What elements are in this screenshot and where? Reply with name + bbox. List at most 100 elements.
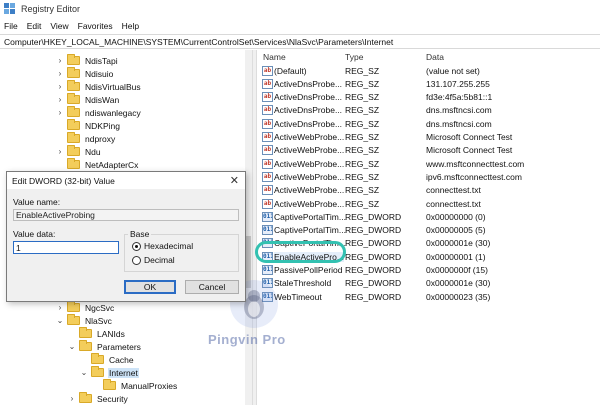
value-row[interactable]: ab ActiveWebProbe... REG_SZ Microsoft Conne… bbox=[257, 131, 600, 144]
tree-item[interactable]: › ndiswanlegacy bbox=[56, 106, 142, 119]
column-header-type[interactable]: Type bbox=[345, 52, 363, 64]
value-name: ActiveDnsProbe... bbox=[274, 92, 343, 103]
chevron-empty bbox=[92, 379, 100, 392]
value-row[interactable]: 011 PassivePollPeriod REG_DWORD 0x0000000f … bbox=[257, 264, 600, 277]
tree-item[interactable]: Cache bbox=[80, 353, 135, 366]
value-row[interactable]: 011 StaleThreshold REG_DWORD 0x0000001e (30… bbox=[257, 277, 600, 290]
tree-item-label: Cache bbox=[109, 354, 134, 365]
value-row[interactable]: 011 WebTimeout REG_DWORD 0x00000023 (35) bbox=[257, 290, 600, 303]
chevron-right-icon[interactable]: › bbox=[56, 54, 64, 67]
close-icon[interactable]: ✕ bbox=[230, 174, 239, 187]
tree-item[interactable]: › NdisVirtualBus bbox=[56, 80, 142, 93]
value-row[interactable]: ab ActiveDnsProbe... REG_SZ fd3e:4f5a:5b81:… bbox=[257, 91, 600, 104]
chevron-right-icon[interactable]: › bbox=[56, 145, 64, 158]
value-type: REG_SZ bbox=[345, 78, 380, 89]
chevron-right-icon[interactable]: › bbox=[56, 301, 64, 314]
tree-item[interactable]: › NgcSvc bbox=[56, 301, 115, 314]
tree-item-label: NDKPing bbox=[85, 120, 120, 131]
value-row[interactable]: ab (Default) REG_SZ (value not set) bbox=[257, 64, 600, 77]
binary-value-icon: 011 bbox=[262, 251, 273, 262]
radio-unchecked-icon[interactable] bbox=[132, 255, 141, 265]
value-row[interactable]: 011 EnableActivePro... REG_DWORD 0x00000001… bbox=[257, 250, 600, 263]
menu-view[interactable]: View bbox=[50, 21, 68, 31]
chevron-right-icon[interactable]: › bbox=[68, 392, 76, 405]
decimal-radio[interactable]: Decimal bbox=[132, 254, 175, 266]
chevron-empty bbox=[56, 158, 64, 171]
folder-icon bbox=[67, 67, 80, 78]
value-type: REG_SZ bbox=[345, 132, 380, 142]
value-row[interactable]: 011 CaptivePortalTim... REG_DWORD 0x0000001… bbox=[257, 237, 600, 250]
value-row[interactable]: ab ActiveWebProbe... REG_SZ Microsoft Conne… bbox=[257, 144, 600, 157]
hexadecimal-radio[interactable]: Hexadecimal bbox=[132, 240, 193, 252]
binary-value-icon: 011 bbox=[262, 225, 273, 236]
value-data: 131.107.255.255 bbox=[426, 78, 490, 89]
chevron-right-icon[interactable]: › bbox=[56, 67, 64, 80]
menu-bar: File Edit View Favorites Help bbox=[0, 18, 600, 33]
value-row[interactable]: ab ActiveDnsProbe... REG_SZ 131.107.255.255 bbox=[257, 77, 600, 90]
values-list-pane[interactable]: Name Type Data ab (Default) REG_SZ (value n… bbox=[257, 50, 600, 405]
tree-item[interactable]: › Ndu bbox=[56, 145, 102, 158]
menu-edit[interactable]: Edit bbox=[27, 21, 42, 31]
value-type: REG_DWORD bbox=[345, 251, 402, 262]
tree-item[interactable]: › Ndisuio bbox=[56, 67, 114, 80]
value-name: CaptivePortalTim... bbox=[274, 211, 346, 222]
tree-item-label: NgcSvc bbox=[85, 302, 115, 313]
tree-item-label: NdisVirtualBus bbox=[85, 81, 141, 92]
value-row[interactable]: ab ActiveDnsProbe... REG_SZ dns.msftncsi.co… bbox=[257, 104, 600, 117]
tree-item[interactable]: NetAdapterCx bbox=[56, 158, 139, 171]
value-row[interactable]: 011 CaptivePortalTim... REG_DWORD 0x0000000… bbox=[257, 210, 600, 223]
value-row[interactable]: ab ActiveWebProbe... REG_SZ connecttest.txt bbox=[257, 184, 600, 197]
value-data: connecttest.txt bbox=[426, 185, 481, 196]
value-data: Microsoft Connect Test bbox=[426, 132, 513, 142]
menu-help[interactable]: Help bbox=[122, 21, 139, 31]
tree-item[interactable]: LANIds bbox=[68, 327, 126, 340]
tree-item-label: ndproxy bbox=[85, 133, 116, 144]
tree-item[interactable]: › NdisTapi bbox=[56, 54, 119, 67]
value-name-label: Value name: bbox=[13, 197, 61, 207]
chevron-right-icon[interactable]: › bbox=[56, 80, 64, 93]
chevron-right-icon[interactable]: › bbox=[56, 106, 64, 119]
value-data-input[interactable] bbox=[13, 241, 119, 254]
chevron-empty bbox=[56, 132, 64, 145]
registry-editor-icon bbox=[4, 3, 16, 15]
string-value-icon: ab bbox=[262, 158, 273, 169]
value-data: dns.msftncsi.com bbox=[426, 118, 492, 129]
value-row[interactable]: ab ActiveWebProbe... REG_SZ www.msftconnect… bbox=[257, 157, 600, 170]
column-header-data[interactable]: Data bbox=[426, 52, 444, 64]
tree-item[interactable]: › Security bbox=[68, 392, 129, 405]
tree-item[interactable]: › NdisWan bbox=[56, 93, 120, 106]
tree-item-label: NetAdapterCx bbox=[85, 159, 139, 170]
radio-checked-icon[interactable] bbox=[132, 241, 141, 251]
tree-item[interactable]: ⌄ Internet bbox=[80, 366, 139, 379]
tree-item[interactable]: ManualProxies bbox=[92, 379, 178, 392]
column-header-name[interactable]: Name bbox=[263, 52, 286, 64]
value-data: ipv6.msftconnecttest.com bbox=[426, 171, 522, 182]
tree-item[interactable]: NDKPing bbox=[56, 119, 121, 132]
dialog-title-bar[interactable]: Edit DWORD (32-bit) Value ✕ bbox=[7, 172, 245, 189]
tree-item[interactable]: ndproxy bbox=[56, 132, 116, 145]
tree-item[interactable]: ⌄ NlaSvc bbox=[56, 314, 113, 327]
chevron-down-icon[interactable]: ⌄ bbox=[56, 314, 64, 327]
value-row[interactable]: 011 CaptivePortalTim... REG_DWORD 0x0000000… bbox=[257, 224, 600, 237]
value-name: ActiveDnsProbe... bbox=[274, 118, 343, 129]
chevron-down-icon[interactable]: ⌄ bbox=[68, 340, 76, 353]
tree-item-label: ManualProxies bbox=[121, 380, 178, 391]
value-type: REG_SZ bbox=[345, 105, 380, 116]
value-name: EnableActivePro... bbox=[274, 251, 344, 262]
chevron-right-icon[interactable]: › bbox=[56, 93, 64, 106]
value-data: 0x00000023 (35) bbox=[426, 291, 491, 302]
value-name: ActiveWebProbe... bbox=[274, 198, 345, 209]
cancel-button[interactable]: Cancel bbox=[185, 280, 239, 294]
tree-item[interactable]: ⌄ Parameters bbox=[68, 340, 142, 353]
value-row[interactable]: ab ActiveWebProbe... REG_SZ ipv6.msftconnec… bbox=[257, 170, 600, 183]
folder-icon bbox=[67, 106, 80, 117]
folder-icon bbox=[79, 340, 92, 351]
menu-favorites[interactable]: Favorites bbox=[78, 21, 113, 31]
string-value-icon: ab bbox=[262, 105, 273, 116]
chevron-down-icon[interactable]: ⌄ bbox=[80, 366, 88, 379]
ok-button[interactable]: OK bbox=[124, 280, 176, 294]
value-row[interactable]: ab ActiveDnsProbe... REG_SZ dns.msftncsi.co… bbox=[257, 117, 600, 130]
menu-file[interactable]: File bbox=[4, 21, 18, 31]
value-row[interactable]: ab ActiveWebProbe... REG_SZ connecttest.txt bbox=[257, 197, 600, 210]
address-bar[interactable]: Computer\HKEY_LOCAL_MACHINE\SYSTEM\Curre… bbox=[0, 34, 600, 49]
